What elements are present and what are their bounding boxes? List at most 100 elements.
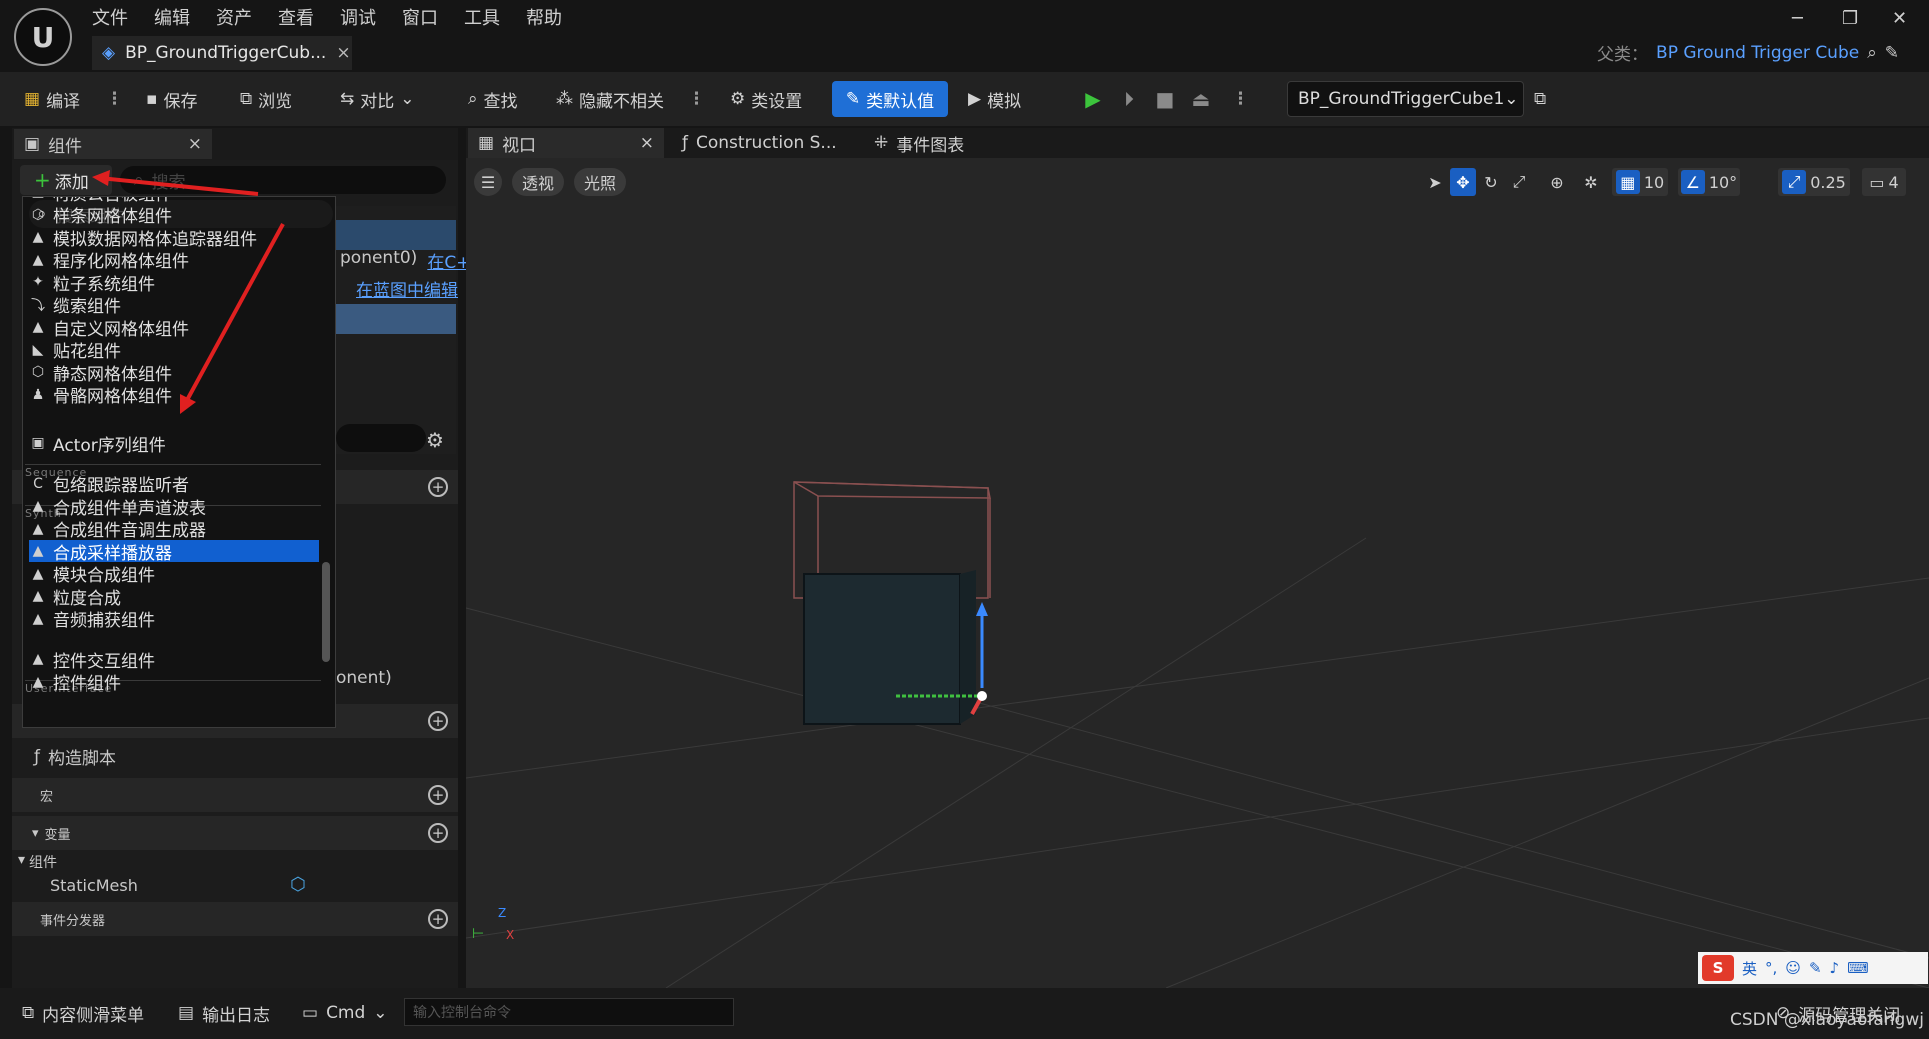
- variables-section[interactable]: ▾ 变量 +: [12, 816, 458, 850]
- popup-scrollbar[interactable]: [322, 562, 330, 662]
- class-defaults-button[interactable]: ✎ 类默认值: [832, 81, 948, 117]
- browse-button[interactable]: ⧉ 浏览: [240, 82, 292, 116]
- debug-filter-icon[interactable]: ⧉: [1534, 82, 1546, 116]
- perspective-button[interactable]: 透视: [512, 168, 564, 196]
- menu-asset[interactable]: 资产: [216, 4, 252, 30]
- edit-in-blueprint-link[interactable]: 在蓝图中编辑: [356, 276, 458, 301]
- popup-component-item[interactable]: ♟ 骨骼网格体组件: [29, 384, 319, 408]
- keyboard-icon[interactable]: ⌨: [1847, 959, 1869, 977]
- popup-component-item[interactable]: ▣ Actor序列组件: [29, 432, 319, 456]
- punctuation-icon[interactable]: °,: [1765, 959, 1777, 977]
- popup-component-item[interactable]: ▲ 模拟数据网格体追踪器组件: [29, 226, 319, 250]
- popup-component-item[interactable]: ▲ 粒度合成: [29, 585, 319, 609]
- menu-window[interactable]: 窗口: [402, 4, 438, 30]
- scale-mode-icon[interactable]: ⤢: [1506, 168, 1532, 196]
- save-button[interactable]: ▪ 保存: [146, 82, 198, 116]
- popup-component-item[interactable]: ◣ 贴花组件: [29, 339, 319, 363]
- rotate-mode-icon[interactable]: ↻: [1478, 168, 1504, 196]
- tab-event-graph[interactable]: ⁜ 事件图表: [864, 128, 964, 158]
- add-component-button[interactable]: + 添加: [20, 165, 112, 195]
- menu-view[interactable]: 查看: [278, 4, 314, 30]
- mic-icon[interactable]: ♪: [1830, 959, 1840, 977]
- step-icon[interactable]: ⏵: [1116, 84, 1142, 114]
- construction-script-item[interactable]: ƒ 构造脚本: [34, 744, 116, 770]
- play-options-icon[interactable]: ⋮: [1232, 82, 1249, 116]
- close-tab-icon[interactable]: ×: [336, 43, 350, 63]
- popup-component-item[interactable]: ▲ 程序化网格体组件: [29, 249, 319, 273]
- hide-unrelated-button[interactable]: ⁂ 隐藏不相关: [556, 82, 664, 116]
- gizmo-pivot[interactable]: [977, 691, 987, 701]
- search-icon[interactable]: ⌕: [1867, 43, 1877, 63]
- debug-object-select[interactable]: BP_GroundTriggerCube1 ⌄: [1287, 81, 1524, 117]
- popup-component-item[interactable]: ✦ 粒子系统组件: [29, 271, 319, 295]
- parent-class-link[interactable]: BP Ground Trigger Cube: [1656, 43, 1859, 63]
- edit-in-cpp-link[interactable]: 在C+: [427, 248, 470, 273]
- menu-tools[interactable]: 工具: [464, 4, 500, 30]
- select-mode-icon[interactable]: ➤: [1422, 168, 1448, 196]
- add-graph-icon[interactable]: +: [428, 477, 448, 497]
- ime-language[interactable]: 英: [1742, 958, 1757, 979]
- menu-help[interactable]: 帮助: [526, 4, 562, 30]
- console-command-input[interactable]: 输入控制台命令: [404, 998, 734, 1026]
- close-window-icon[interactable]: ✕: [1892, 8, 1907, 29]
- compile-button[interactable]: ▦ 编译: [24, 82, 80, 116]
- emoji-icon[interactable]: ☺: [1785, 959, 1801, 977]
- settings-gear-icon[interactable]: ⚙: [426, 428, 444, 452]
- menu-file[interactable]: 文件: [92, 4, 128, 30]
- viewport[interactable]: ☰ 透视 光照 ➤ ✥ ↻ ⤢ ⊕ ✲ ▦ 10 ∠ 10° ⤢ 0.25 ▭ 4 Z …: [466, 158, 1929, 988]
- tab-viewport[interactable]: ▦ 视口 ×: [468, 128, 664, 158]
- eject-icon[interactable]: ⏏: [1188, 84, 1214, 114]
- more-options-icon[interactable]: ⋮: [688, 82, 705, 116]
- rotation-snap-toggle[interactable]: ∠ 10°: [1678, 168, 1740, 196]
- lighting-button[interactable]: 光照: [574, 168, 626, 196]
- menu-debug[interactable]: 调试: [340, 4, 376, 30]
- content-drawer-button[interactable]: ⧉ 内容侧滑菜单: [22, 998, 144, 1028]
- surface-snap-icon[interactable]: ✲: [1578, 168, 1604, 196]
- add-macro-icon[interactable]: +: [428, 785, 448, 805]
- tab-construction-script[interactable]: ƒ Construction S...: [672, 128, 837, 158]
- add-function-icon[interactable]: +: [428, 711, 448, 731]
- popup-component-item[interactable]: C 包络跟踪器监听者: [29, 473, 319, 497]
- grid-snap-toggle[interactable]: ▦ 10: [1612, 168, 1668, 196]
- popup-component-item[interactable]: ▲ 自定义网格体组件: [29, 316, 319, 340]
- popup-component-item[interactable]: ▲ 合成采样播放器: [29, 540, 319, 564]
- world-local-icon[interactable]: ⊕: [1544, 168, 1570, 196]
- menu-edit[interactable]: 编辑: [154, 4, 190, 30]
- compile-options-icon[interactable]: ⋮: [106, 82, 123, 116]
- edit-icon[interactable]: ✎: [1885, 43, 1899, 63]
- minimize-icon[interactable]: ─: [1792, 8, 1803, 29]
- translate-mode-icon[interactable]: ✥: [1450, 168, 1476, 196]
- diff-button[interactable]: ⇆ 对比 ⌄: [340, 82, 415, 116]
- find-button[interactable]: ⌕ 查找: [468, 82, 518, 116]
- ime-toolbar[interactable]: S 英 °, ☺ ✎ ♪ ⌨: [1698, 952, 1928, 984]
- popup-component-item[interactable]: ⤵ 缆索组件: [29, 294, 319, 317]
- components-group[interactable]: ▾ 组件: [18, 852, 57, 872]
- viewport-menu-icon[interactable]: ☰: [474, 168, 502, 196]
- event-dispatchers-section[interactable]: 事件分发器 +: [12, 902, 458, 936]
- static-mesh-variable[interactable]: StaticMesh: [50, 876, 138, 895]
- popup-component-item[interactable]: ▲ 合成组件单声道波表: [29, 495, 319, 519]
- output-log-button[interactable]: ▤ 输出日志: [178, 998, 270, 1028]
- restore-icon[interactable]: ❐: [1842, 8, 1858, 29]
- macros-section[interactable]: 宏 +: [12, 778, 458, 812]
- close-panel-icon[interactable]: ×: [188, 134, 202, 154]
- popup-component-item[interactable]: ▲ 音频捕获组件: [29, 608, 319, 632]
- cmd-select[interactable]: ▭ Cmd ⌄: [302, 998, 388, 1028]
- popup-component-item[interactable]: ▲ 合成组件音调生成器: [29, 518, 319, 542]
- class-settings-button[interactable]: ⚙ 类设置: [730, 82, 802, 116]
- document-tab[interactable]: ◈ BP_GroundTriggerCub... ×: [92, 36, 352, 70]
- components-tab[interactable]: ▣ 组件 ×: [14, 129, 212, 159]
- my-blueprint-search[interactable]: [336, 424, 426, 452]
- play-icon[interactable]: ▶: [1080, 84, 1106, 114]
- pen-icon[interactable]: ✎: [1809, 959, 1822, 977]
- scale-snap-toggle[interactable]: ⤢ 0.25: [1778, 168, 1850, 196]
- add-variable-icon[interactable]: +: [428, 823, 448, 843]
- popup-component-item[interactable]: ⬡ 静态网格体组件: [29, 361, 319, 385]
- popup-component-item[interactable]: ▲ 模块合成组件: [29, 563, 319, 587]
- popup-component-item[interactable]: ▲ 控件组件: [29, 671, 319, 695]
- add-dispatcher-icon[interactable]: +: [428, 909, 448, 929]
- component-search-input[interactable]: ⌕ 搜索: [120, 166, 446, 194]
- unreal-logo-icon[interactable]: U: [14, 8, 72, 66]
- stop-icon[interactable]: ■: [1152, 84, 1178, 114]
- simulate-button[interactable]: ▶ 模拟: [968, 82, 1021, 116]
